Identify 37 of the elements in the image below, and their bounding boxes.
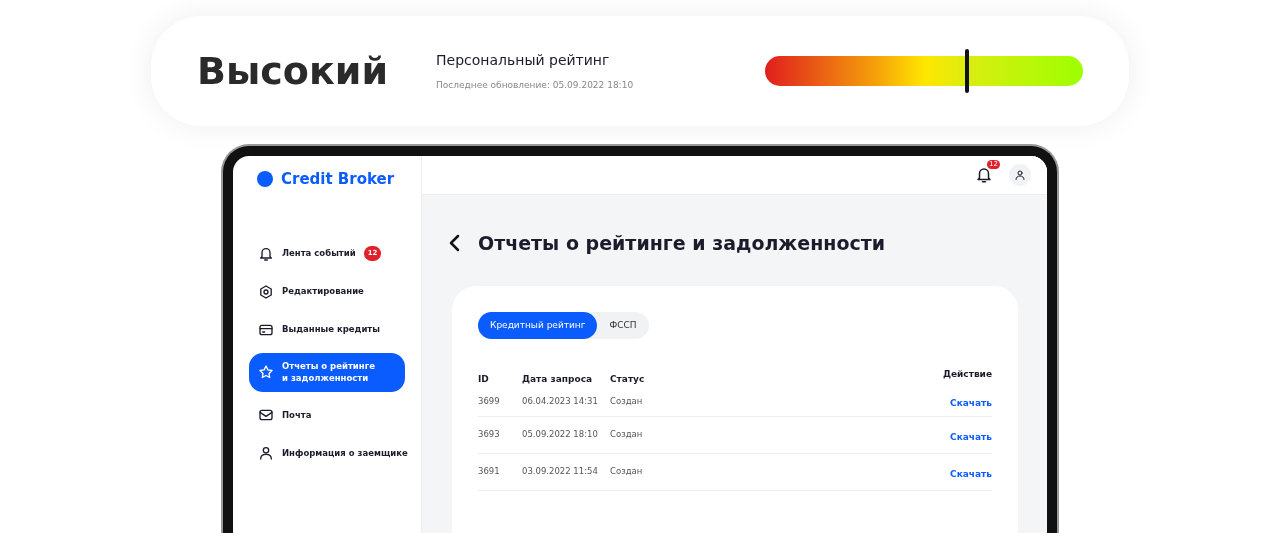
download-link[interactable]: Скачать <box>950 431 992 442</box>
tab[interactable]: ФССП <box>597 311 649 339</box>
sidebar-item[interactable]: Редактирование <box>249 276 405 307</box>
rating-level: Высокий <box>197 47 388 95</box>
sidebar-item[interactable]: Выданные кредиты <box>249 314 405 345</box>
download-link[interactable]: Скачать <box>950 398 992 408</box>
rating-title: Персональный рейтинг <box>436 50 611 70</box>
logo-icon <box>257 171 273 188</box>
table-cell-text: 03.09.2022 11:54 <box>522 465 599 478</box>
mail-icon <box>258 407 274 423</box>
table-cell-text: 3699 <box>478 394 501 408</box>
back-icon[interactable] <box>448 234 462 253</box>
column-header: Дата запроса <box>522 373 594 386</box>
column-header: Действие <box>941 368 992 381</box>
download-link[interactable]: Скачать <box>950 468 992 479</box>
avatar-button[interactable] <box>1009 164 1031 186</box>
logo-text: Credit Broker <box>281 169 395 190</box>
settings-icon <box>258 283 274 300</box>
table-cell-text: Создан <box>610 394 644 408</box>
bell-icon <box>258 245 274 262</box>
column-header: ID <box>478 373 490 386</box>
sidebar-item[interactable]: Почта <box>249 400 405 430</box>
user-icon <box>1014 169 1026 181</box>
table-cell-text: Создан <box>610 428 644 441</box>
table-cell-text: 3691 <box>478 465 501 478</box>
tab[interactable]: Кредитный рейтинг <box>478 311 598 339</box>
sidebar-item[interactable]: Отчеты о рейтинге и задолженности <box>249 352 405 392</box>
notifications-icon[interactable] <box>975 166 993 184</box>
table-cell-text: Создан <box>610 465 644 478</box>
page-title: Отчеты о рейтинге и задолженности <box>478 231 886 256</box>
table-cell-text: 05.09.2022 18:10 <box>522 428 599 441</box>
last-update-text: Последнее обновление: 05.09.2022 18:10 <box>436 78 635 92</box>
table-cell-text: 06.04.2023 14:31 <box>522 394 599 408</box>
user-icon <box>258 445 274 461</box>
star-icon <box>258 364 274 381</box>
column-header: Статус <box>610 373 646 386</box>
table-cell-text: 3693 <box>478 428 501 441</box>
